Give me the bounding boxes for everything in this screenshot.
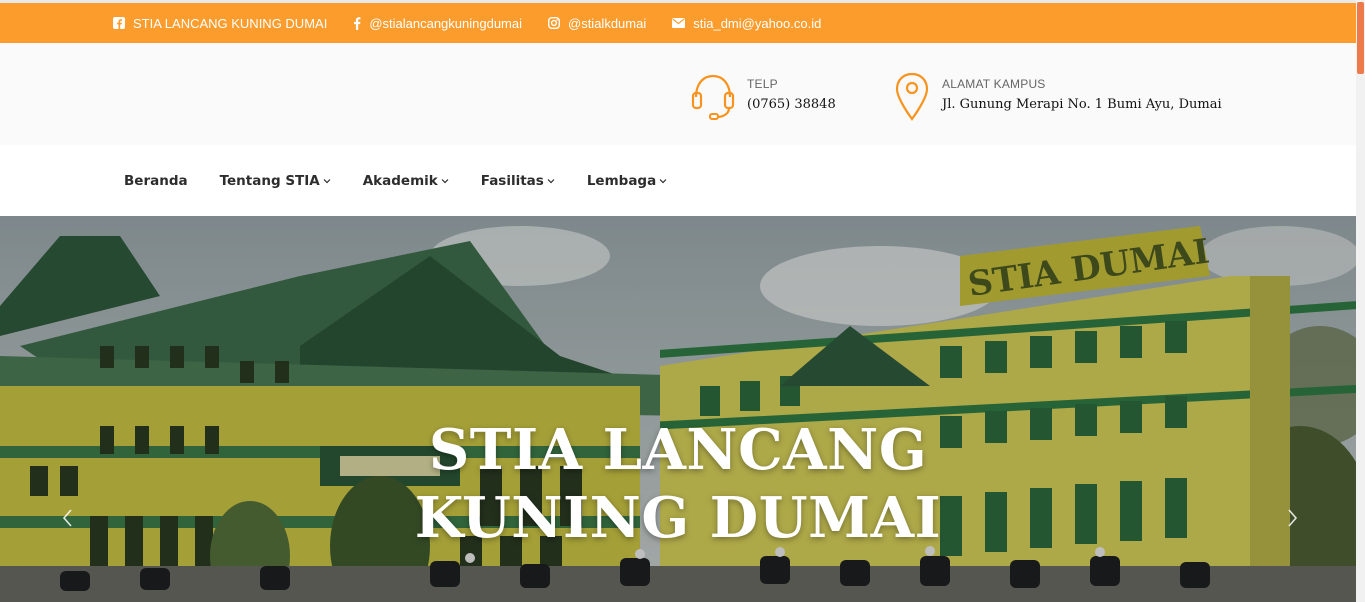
nav-item-lembaga[interactable]: Lembaga <box>587 173 667 189</box>
topbar-site-text: STIA LANCANG KUNING DUMAI <box>133 15 328 31</box>
hero-title: STIA LANCANG KUNING DUMAI <box>414 417 942 551</box>
topbar-item-site[interactable]: STIA LANCANG KUNING DUMAI <box>113 16 327 31</box>
scrollbar-thumb[interactable] <box>1357 2 1364 74</box>
telp-label: TELP <box>747 77 778 91</box>
contact-telp: TELP (0765) 38848 <box>691 71 836 121</box>
contact-alamat: ALAMAT KAMPUS Jl. Gunung Merapi No. 1 Bu… <box>894 71 1222 123</box>
chevron-left-icon[interactable] <box>58 506 78 530</box>
nav-label-beranda: Beranda <box>124 172 188 189</box>
main-nav: Beranda Tentang STIA Akademik Fasilitas … <box>0 145 1356 216</box>
headset-icon <box>691 74 735 120</box>
topbar-item-instagram[interactable]: @stialkdumai <box>548 16 646 31</box>
nav-label-tentang-stia: Tentang STIA <box>219 172 320 189</box>
nav-item-tentang-stia[interactable]: Tentang STIA <box>220 173 331 189</box>
hero-slider: STIA DUMAI STIA LANCANG KUNING DUMAI <box>0 216 1356 602</box>
chevron-down-icon <box>441 178 449 183</box>
telp-value[interactable]: (0765) 38848 <box>747 97 836 112</box>
nav-item-fasilitas[interactable]: Fasilitas <box>481 173 555 189</box>
topbar-item-facebook[interactable]: @stialancangkuningdumai <box>353 16 522 31</box>
instagram-icon <box>548 17 560 29</box>
envelope-icon <box>672 18 686 28</box>
page-scrollbar[interactable] <box>1356 0 1365 602</box>
topbar-facebook-text: @stialancangkuningdumai <box>369 15 522 31</box>
nav-label-akademik: Akademik <box>362 172 438 189</box>
alamat-value: Jl. Gunung Merapi No. 1 Bumi Ayu, Dumai <box>942 97 1222 112</box>
topbar-item-email[interactable]: stia_dmi@yahoo.co.id <box>672 16 821 31</box>
nav-item-akademik[interactable]: Akademik <box>363 173 449 189</box>
facebook-square-icon <box>113 17 125 29</box>
facebook-icon <box>354 16 361 30</box>
topbar-email-text: stia_dmi@yahoo.co.id <box>693 15 822 31</box>
nav-item-beranda[interactable]: Beranda <box>124 173 188 189</box>
map-pin-icon <box>895 72 929 121</box>
header: TELP (0765) 38848 ALAMAT KAMPUS Jl. Gunu… <box>0 43 1356 145</box>
alamat-label: ALAMAT KAMPUS <box>942 77 1046 91</box>
nav-label-fasilitas: Fasilitas <box>480 172 544 189</box>
chevron-down-icon <box>323 178 331 183</box>
chevron-down-icon <box>547 178 555 183</box>
nav-label-lembaga: Lembaga <box>586 172 657 189</box>
chevron-right-icon[interactable] <box>1282 506 1302 530</box>
top-bar: STIA LANCANG KUNING DUMAI @stialancangku… <box>0 3 1356 43</box>
topbar-instagram-text: @stialkdumai <box>568 15 647 31</box>
chevron-down-icon <box>659 178 667 183</box>
